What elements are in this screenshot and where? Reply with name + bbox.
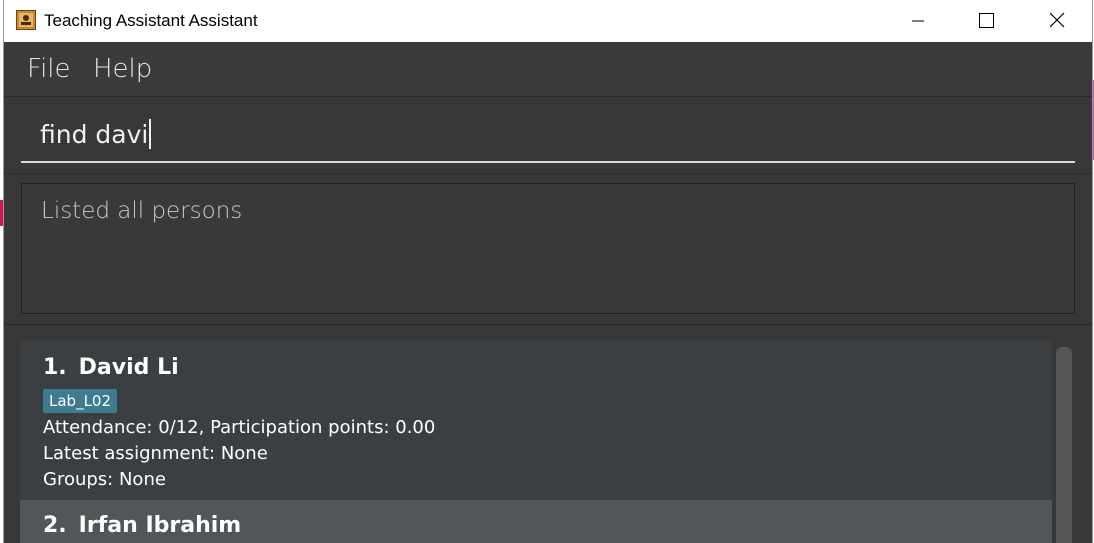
app-icon [16,10,36,30]
group-tag: Lab_L02 [43,389,118,413]
text-caret [149,119,152,149]
person-index: 1. [43,355,67,380]
person-name-text: David Li [78,355,179,380]
command-box-pane: find davi [4,97,1092,174]
maximize-icon [979,13,994,28]
command-text: find davi [40,120,149,149]
command-input[interactable]: find davi [21,105,1075,163]
person-list[interactable]: 1. David Li Lab_L02 Attendance: 0/12, Par… [4,325,1092,543]
person-name-text: Irfan Ibrahim [78,513,242,538]
menu-file[interactable]: File [27,54,71,84]
minimize-button[interactable] [895,0,941,42]
app-window: Teaching Assistant Assistant File Help f… [3,0,1093,543]
list-scrollbar[interactable] [1056,347,1072,543]
person-name: 2. Irfan Ibrahim [43,513,241,538]
result-message: Listed all persons [41,198,243,224]
result-display-pane: Listed all persons [4,174,1092,325]
person-card[interactable]: 1. David Li Lab_L02 Attendance: 0/12, Par… [20,341,1052,500]
window-title: Teaching Assistant Assistant [44,11,258,30]
person-card[interactable]: 2. Irfan Ibrahim [20,500,1052,543]
close-icon [1049,12,1065,28]
maximize-button[interactable] [963,0,1009,42]
close-button[interactable] [1034,0,1080,42]
attendance-text: Attendance: 0/12, Participation points: … [43,417,436,438]
person-index: 2. [43,513,67,538]
assignment-text: Latest assignment: None [43,443,268,464]
menu-help[interactable]: Help [93,54,152,84]
title-bar: Teaching Assistant Assistant [4,0,1092,42]
minimize-icon [912,20,924,22]
person-name: 1. David Li [43,355,179,380]
groups-text: Groups: None [43,469,166,490]
menu-bar: File Help [4,42,1092,97]
result-display[interactable]: Listed all persons [21,183,1075,314]
